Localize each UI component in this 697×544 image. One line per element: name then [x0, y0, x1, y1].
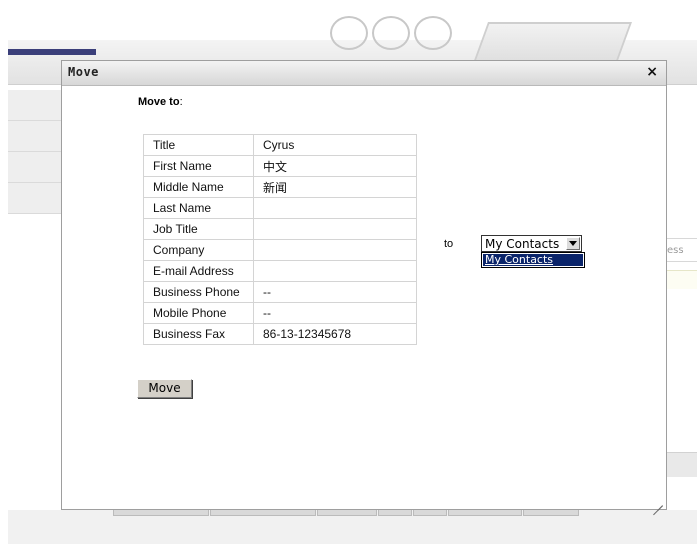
field-value — [253, 260, 417, 282]
bg-search-field: ess — [662, 238, 697, 262]
table-row: Business Fax 86-13-12345678 — [143, 323, 417, 345]
field-label: Last Name — [143, 197, 254, 219]
field-label: Company — [143, 239, 254, 261]
field-label: First Name — [143, 155, 254, 177]
bg-decoration — [372, 16, 410, 50]
table-row: First Name 中文 — [143, 155, 417, 177]
field-label: Business Fax — [143, 323, 254, 345]
bg-sidebar-item — [8, 183, 62, 214]
resize-grip-icon[interactable] — [653, 496, 663, 506]
move-to-colon: : — [179, 96, 183, 108]
table-row: Job Title — [143, 218, 417, 240]
folder-select-value: My Contacts — [485, 237, 560, 251]
move-to-label: Move to — [138, 96, 180, 108]
move-dialog: Move × Move to: Title Cyrus First Name 中文 Mi… — [61, 60, 667, 510]
field-value: -- — [253, 281, 417, 303]
contact-details-table: Title Cyrus First Name 中文 Middle Name 新闻 Last … — [143, 134, 417, 345]
move-button[interactable]: Move — [137, 379, 192, 398]
table-row: Business Phone -- — [143, 281, 417, 303]
bg-sidebar-item — [8, 152, 62, 183]
table-row: Title Cyrus — [143, 134, 417, 156]
field-value — [253, 197, 417, 219]
folder-option-my-contacts[interactable]: My Contacts — [483, 254, 583, 266]
field-value: 中文 — [253, 155, 417, 177]
field-label: Business Phone — [143, 281, 254, 303]
field-label: Job Title — [143, 218, 254, 240]
dialog-title: Move — [68, 65, 99, 79]
field-value: 新闻 — [253, 176, 417, 198]
field-label: Middle Name — [143, 176, 254, 198]
bg-active-tab — [8, 49, 96, 55]
move-to-heading: Move to: — [138, 96, 183, 108]
chevron-down-icon[interactable] — [566, 237, 580, 250]
folder-dropdown-list: My Contacts — [481, 252, 585, 268]
field-value: 86-13-12345678 — [253, 323, 417, 345]
table-row: Mobile Phone -- — [143, 302, 417, 324]
table-row: Last Name — [143, 197, 417, 219]
bg-sidebar-item — [8, 90, 62, 121]
bg-decoration — [330, 16, 368, 50]
table-row: E-mail Address — [143, 260, 417, 282]
field-label: E-mail Address — [143, 260, 254, 282]
field-value: Cyrus — [253, 134, 417, 156]
close-icon[interactable]: × — [646, 62, 658, 82]
field-value: -- — [253, 302, 417, 324]
bg-strip — [662, 452, 697, 477]
table-row: Company — [143, 239, 417, 261]
field-label: Mobile Phone — [143, 302, 254, 324]
table-row: Middle Name 新闻 — [143, 176, 417, 198]
field-label: Title — [143, 134, 254, 156]
bg-row — [662, 270, 697, 289]
to-label: to — [444, 238, 454, 250]
folder-select[interactable]: My Contacts — [481, 235, 582, 252]
field-value — [253, 218, 417, 240]
bg-decoration — [414, 16, 452, 50]
bg-sidebar-item — [8, 121, 62, 152]
dialog-titlebar[interactable]: Move × — [62, 61, 666, 86]
field-value — [253, 239, 417, 261]
